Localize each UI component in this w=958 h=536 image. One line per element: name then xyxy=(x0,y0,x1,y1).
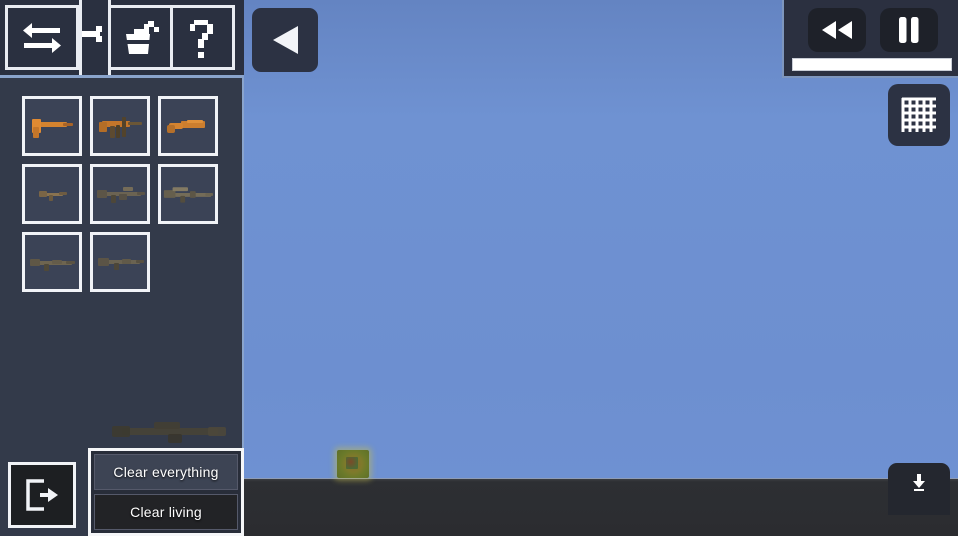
pause-icon xyxy=(897,16,921,44)
exit-button[interactable] xyxy=(8,462,76,528)
back-button[interactable] xyxy=(252,8,318,72)
scene-object-crate[interactable] xyxy=(337,450,369,478)
game-screen: Clear everything Clear living xyxy=(0,0,958,536)
arrow-right-icon xyxy=(82,18,108,58)
question-mark-icon xyxy=(186,16,220,60)
download-arrow-icon xyxy=(911,473,927,491)
weapon-slot-assault-rifle[interactable] xyxy=(86,160,154,228)
rewind-icon xyxy=(820,19,854,41)
clear-everything-button[interactable]: Clear everything xyxy=(94,454,238,490)
move-right-button[interactable] xyxy=(79,0,111,75)
help-button[interactable] xyxy=(173,5,235,70)
pause-button[interactable] xyxy=(880,8,938,52)
clear-panel: Clear everything Clear living xyxy=(88,448,244,536)
swap-arrows-icon xyxy=(20,18,64,58)
triangle-left-icon xyxy=(270,24,300,56)
weapon-slot-rifle-small[interactable] xyxy=(18,160,86,228)
weapon-slot-sawed-shotgun[interactable] xyxy=(154,92,222,160)
grid-toggle-button[interactable] xyxy=(888,84,950,146)
exit-icon xyxy=(22,475,62,515)
rewind-button[interactable] xyxy=(808,8,866,52)
weapon-slot-sniper-rifle[interactable] xyxy=(154,160,222,228)
playback-controls xyxy=(782,0,958,78)
weapon-slot-carbine[interactable] xyxy=(86,228,154,296)
weapon-slot-smg[interactable] xyxy=(86,92,154,160)
sidebar-toolbar xyxy=(0,0,244,78)
rocket-launcher-preview xyxy=(112,422,226,443)
download-button[interactable] xyxy=(888,463,950,515)
weapon-slot-pistol[interactable] xyxy=(18,92,86,160)
swap-transfer-button[interactable] xyxy=(5,5,79,70)
grid-icon xyxy=(900,96,938,134)
timeline-progress-bar[interactable] xyxy=(792,58,952,71)
paint-bucket-button[interactable] xyxy=(111,5,173,70)
paint-bucket-icon xyxy=(120,16,162,60)
clear-living-button[interactable]: Clear living xyxy=(94,494,238,530)
weapon-slot-shotgun[interactable] xyxy=(18,228,86,296)
weapon-grid xyxy=(18,92,234,296)
